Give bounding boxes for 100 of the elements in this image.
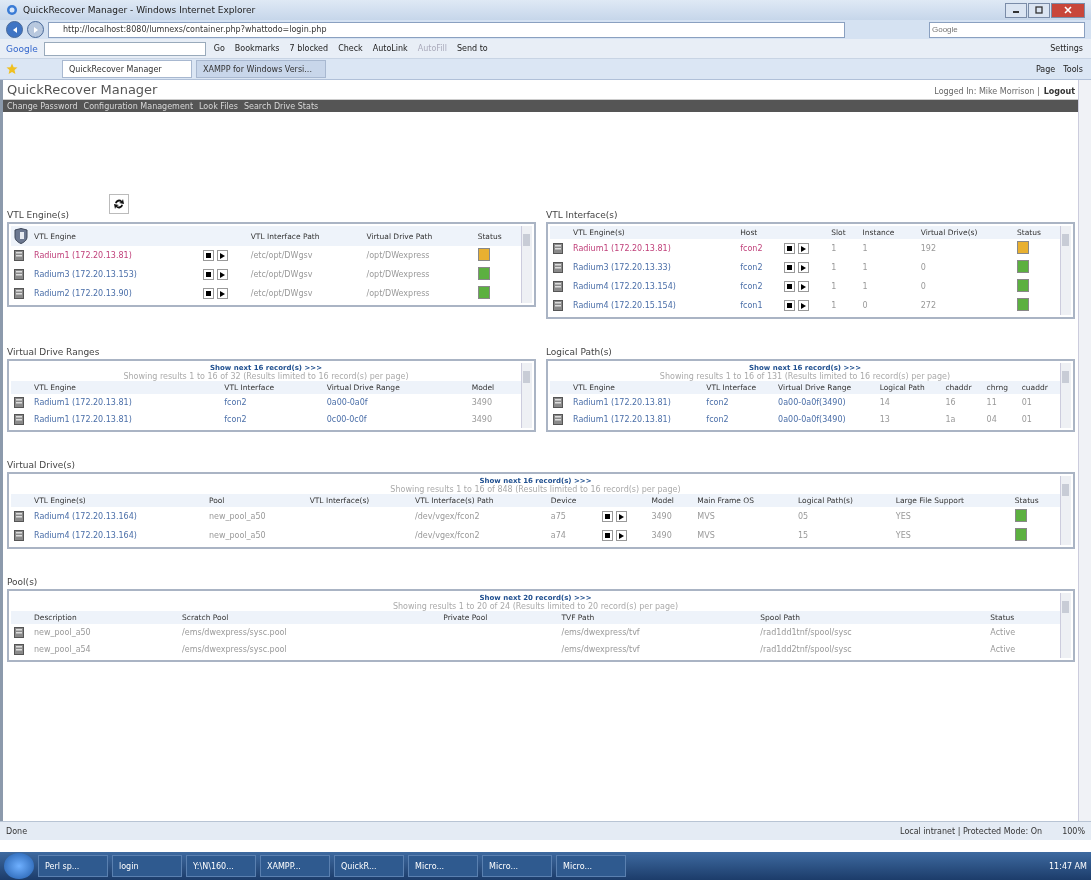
toolbar-search-field[interactable] (43, 41, 206, 56)
scrollbar[interactable] (1060, 476, 1071, 545)
play-button[interactable] (615, 511, 627, 522)
taskbar-button[interactable]: QuickR... (334, 855, 404, 877)
nav-link[interactable]: Change Password (7, 101, 78, 111)
command-button[interactable]: Tools (1061, 64, 1085, 74)
table-link[interactable]: Radium4 (172.20.13.164) (34, 531, 137, 540)
table-link[interactable]: fcon2 (706, 415, 729, 424)
zoom-level[interactable]: 100% (1062, 826, 1085, 836)
taskbar-button[interactable]: login (112, 855, 182, 877)
user-label: Logged In: Mike Morrison | (934, 87, 1040, 96)
forward-arrow-icon (31, 25, 40, 34)
table-cell: /etc/opt/DWgsv (250, 270, 313, 279)
results-summary: Showing results 1 to 16 of 32 (Results limited to 16 record(s) per page) (122, 372, 410, 381)
table-link[interactable]: Radium2 (172.20.13.90) (34, 289, 132, 298)
stop-button[interactable] (783, 300, 795, 311)
table-link[interactable]: fcon2 (224, 415, 247, 424)
table-link[interactable]: 0a00-0a0f(3490) (778, 415, 846, 424)
taskbar-button[interactable]: Perl sp... (38, 855, 108, 877)
table-link[interactable]: Radium1 (172.20.13.81) (34, 415, 132, 424)
play-button[interactable] (216, 288, 228, 299)
taskbar-button[interactable]: Micro... (482, 855, 552, 877)
minimize-button[interactable] (1005, 2, 1027, 18)
table-link[interactable]: Radium1 (172.20.13.81) (573, 415, 671, 424)
scrollbar[interactable] (1060, 593, 1071, 658)
table-link[interactable]: fcon2 (740, 282, 763, 291)
stop-button[interactable] (783, 281, 795, 292)
table-link[interactable]: Radium1 (172.20.13.81) (34, 251, 132, 260)
scrollbar[interactable] (1060, 363, 1071, 428)
stop-button[interactable] (202, 288, 214, 299)
scrollbar[interactable] (521, 363, 532, 428)
command-button[interactable]: Page (1033, 64, 1058, 74)
table-cell: YES (895, 531, 911, 540)
star-icon (6, 63, 18, 75)
taskbar-button[interactable]: Micro... (408, 855, 478, 877)
toolbar-button[interactable]: Bookmarks (232, 44, 282, 53)
table-link[interactable]: Radium1 (172.20.13.81) (34, 398, 132, 407)
toolbar-button[interactable]: Go (211, 44, 227, 53)
table-cell: 15 (798, 531, 809, 540)
table-link[interactable]: fcon2 (740, 263, 763, 272)
table-link[interactable]: Radium4 (172.20.15.154) (573, 301, 676, 310)
taskbar-button[interactable]: XAMPP... (260, 855, 330, 877)
scrollbar[interactable] (521, 226, 532, 303)
table-link[interactable]: Radium4 (172.20.13.164) (34, 512, 137, 521)
server-icon (553, 300, 563, 311)
play-button[interactable] (797, 281, 809, 292)
table-cell: 1 (831, 282, 837, 291)
browser-icon (6, 4, 18, 16)
table-link[interactable]: 0c00-0c0f (326, 415, 367, 424)
search-field[interactable]: Google (929, 21, 1085, 38)
table-link[interactable]: fcon1 (740, 301, 763, 310)
stop-button[interactable] (202, 250, 214, 261)
refresh-button[interactable] (109, 194, 130, 214)
stop-button[interactable] (202, 269, 214, 280)
play-button[interactable] (615, 530, 627, 541)
table-link[interactable]: fcon2 (740, 244, 763, 253)
play-button[interactable] (797, 243, 809, 254)
address-field[interactable]: http://localhost:8080/lumnexs/container.php?whattodo=login.php (48, 21, 845, 38)
play-button[interactable] (797, 300, 809, 311)
table-link[interactable]: Radium4 (172.20.13.154) (573, 282, 676, 291)
page-scrollbar[interactable] (1078, 80, 1091, 821)
play-button[interactable] (216, 269, 228, 280)
table-link[interactable]: fcon2 (224, 398, 247, 407)
stop-button[interactable] (601, 530, 613, 541)
table-link[interactable]: Radium3 (172.20.13.33) (573, 263, 671, 272)
play-button[interactable] (216, 250, 228, 261)
start-button[interactable] (4, 853, 34, 879)
stop-button[interactable] (601, 511, 613, 522)
table-cell: 1 (831, 244, 837, 253)
table-link[interactable]: Radium1 (172.20.13.81) (573, 244, 671, 253)
taskbar-button[interactable]: Y:\N\160... (186, 855, 256, 877)
table-link[interactable]: fcon2 (706, 398, 729, 407)
nav-link[interactable]: Configuration Management (83, 101, 194, 111)
table-cell: 1 (831, 301, 837, 310)
play-button[interactable] (797, 262, 809, 273)
forward-button[interactable] (27, 21, 44, 38)
table-link[interactable]: Radium3 (172.20.13.153) (34, 270, 137, 279)
nav-link[interactable]: Search Drive Stats (243, 101, 319, 111)
table-link[interactable]: Radium1 (172.20.13.81) (573, 398, 671, 407)
back-button[interactable] (6, 21, 23, 38)
table-link[interactable]: 0a00-0a0f (326, 398, 368, 407)
taskbar-button[interactable]: Micro... (556, 855, 626, 877)
table-cell: 04 (986, 415, 997, 424)
stop-button[interactable] (783, 262, 795, 273)
settings-button[interactable]: Settings (1048, 44, 1085, 53)
toolbar-button[interactable]: 7 blocked (287, 44, 331, 53)
scrollbar[interactable] (1060, 226, 1071, 315)
table-cell: new_pool_a50 (208, 531, 266, 540)
logout-link[interactable]: Logout (1043, 87, 1075, 96)
toolbar-button[interactable]: Send to (454, 44, 490, 53)
table-link[interactable]: 0a00-0a0f(3490) (778, 398, 846, 407)
toolbar-button[interactable]: AutoLink (370, 44, 410, 53)
table-cell: 192 (920, 244, 937, 253)
browser-tab[interactable]: XAMPP for Windows Versi... (196, 60, 326, 78)
stop-button[interactable] (783, 243, 795, 254)
close-button[interactable] (1051, 2, 1085, 18)
maximize-button[interactable] (1028, 2, 1050, 18)
nav-link[interactable]: Look Files (199, 101, 238, 111)
browser-tab[interactable]: QuickRecover Manager (62, 60, 192, 78)
toolbar-button[interactable]: Check (336, 44, 365, 53)
